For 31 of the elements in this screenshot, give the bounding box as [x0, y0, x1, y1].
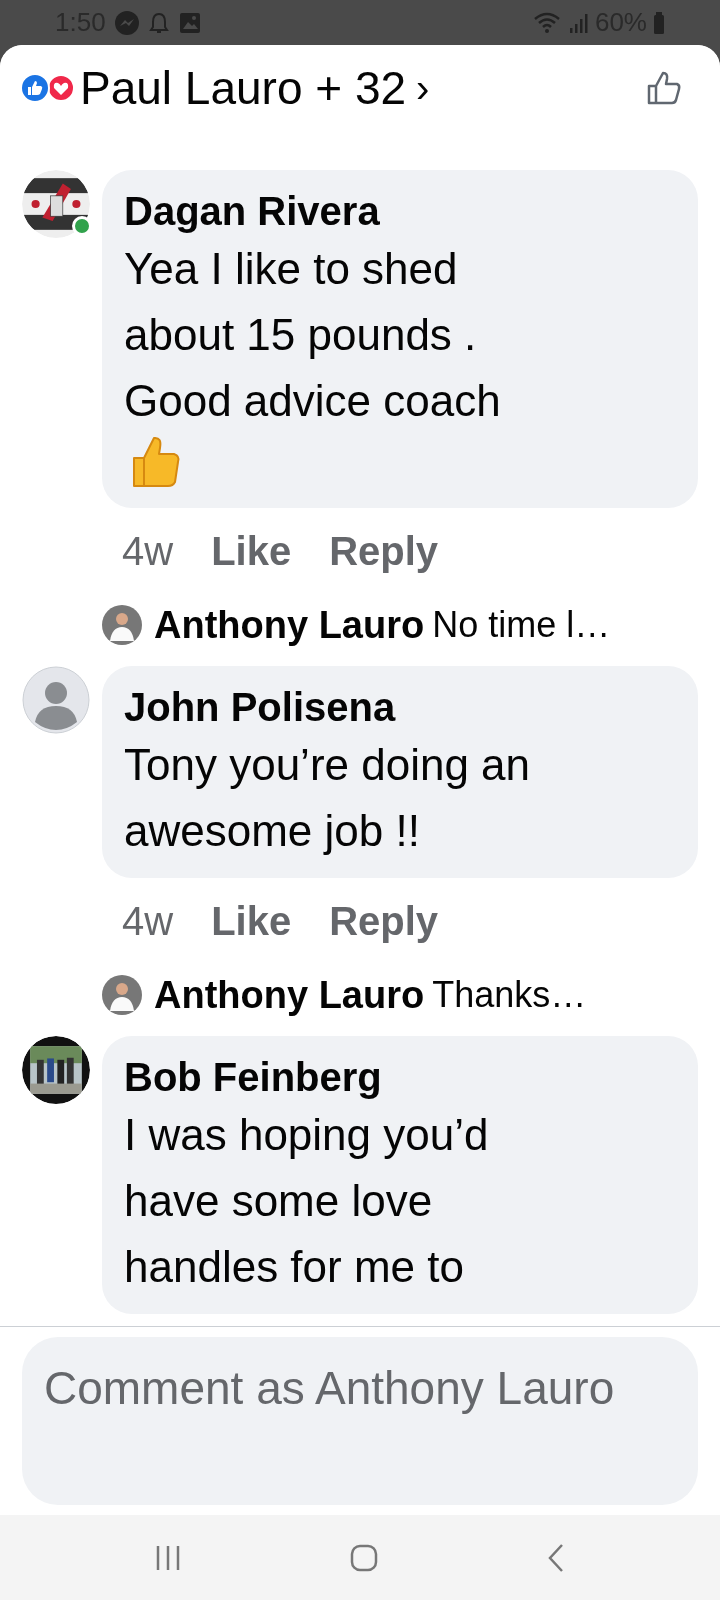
comment-time: 4w	[122, 898, 174, 945]
reply-preview-text[interactable]: Thanks…	[432, 968, 587, 1022]
comment-text: I was hoping you’d have some love handles for me to	[124, 1109, 490, 1293]
comment-time: 4w	[122, 528, 174, 575]
reactions-link[interactable]: Paul Lauro + 32	[80, 64, 407, 111]
reply-link[interactable]: Reply	[329, 521, 439, 581]
reply-link[interactable]: Reply	[329, 891, 439, 951]
comment-field[interactable]: Comment as Anthony Lauro	[22, 1337, 698, 1505]
avatar-icon	[22, 666, 90, 734]
like-button[interactable]	[646, 69, 682, 106]
messenger-icon	[113, 9, 140, 36]
bell-icon	[147, 10, 170, 35]
like-link[interactable]: Like	[211, 521, 292, 581]
back-icon[interactable]	[546, 1542, 566, 1573]
battery-icon	[653, 10, 665, 35]
thumbs-up-icon	[646, 69, 682, 106]
reply-author[interactable]: Anthony Lauro	[154, 966, 425, 1024]
comment-text: Yea I like to shed about 15 pounds . Good advice coach	[124, 243, 502, 427]
reactions-icon	[20, 72, 76, 103]
comment-text: Tony you’re doing an awesome job !!	[124, 739, 532, 857]
signal-icon	[568, 11, 589, 34]
comment-author[interactable]: Dagan Rivera	[124, 186, 676, 236]
home-icon[interactable]	[350, 1543, 378, 1572]
chevron-icon: ›	[416, 67, 430, 108]
like-link[interactable]: Like	[211, 891, 292, 951]
image-icon	[177, 10, 202, 35]
reply-author[interactable]: Anthony Lauro	[154, 596, 425, 654]
reply-preview-text[interactable]: No time l…	[432, 598, 611, 652]
recent-apps-icon[interactable]	[154, 1543, 182, 1572]
comment-author[interactable]: John Polisena	[124, 682, 676, 732]
comment-author[interactable]: Bob Feinberg	[124, 1052, 676, 1102]
